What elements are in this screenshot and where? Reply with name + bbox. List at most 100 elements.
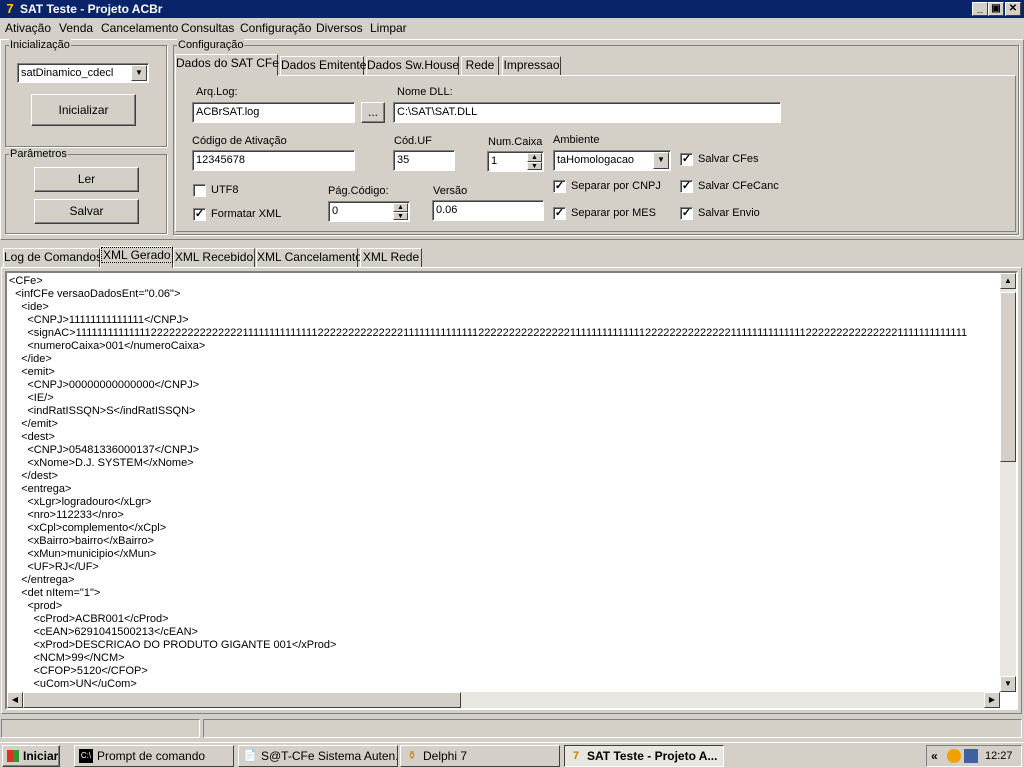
configuracao-group-label: Configuração: [177, 39, 245, 51]
tab-dados-sat-cfe[interactable]: Dados do SAT CFe: [175, 54, 279, 76]
xml-line: <cProd>ACBR001</cProd>: [9, 613, 169, 625]
window-title: SAT Teste - Projeto ACBr: [20, 2, 163, 16]
tab-xml-rede[interactable]: XML Rede: [360, 248, 422, 268]
xml-line: <UF>RJ</UF>: [9, 561, 99, 573]
salvar-envio-label: Salvar Envio: [698, 207, 760, 219]
pag-codigo-up-icon[interactable]: ▲: [393, 203, 408, 212]
tab-dados-sw-house[interactable]: Dados Sw.House: [366, 56, 459, 76]
ambiente-select-value: taHomologacao: [557, 154, 635, 166]
tab-impressao[interactable]: Impressao: [502, 56, 561, 76]
vertical-scroll-thumb[interactable]: [1000, 292, 1016, 462]
start-button[interactable]: Iniciar: [2, 745, 60, 767]
menu-limpar[interactable]: Limpar: [370, 21, 407, 35]
xml-line: <xCpl>complemento</xCpl>: [9, 522, 167, 534]
ambiente-label: Ambiente: [553, 134, 600, 146]
maximize-button[interactable]: ▣: [988, 2, 1004, 16]
clock: 12:27: [985, 750, 1013, 762]
xml-line: <emit>: [9, 366, 55, 378]
status-panel-1: [1, 719, 200, 738]
menu-diversos[interactable]: Diversos: [316, 21, 363, 35]
xml-line: </emit>: [9, 418, 58, 430]
xml-line: <CNPJ>05481336000137</CNPJ>: [9, 444, 200, 456]
salvar-cfecanc-label: Salvar CFeCanc: [698, 180, 779, 192]
arq-log-input[interactable]: ACBrSAT.log: [192, 102, 355, 123]
task-prompt-label: Prompt de comando: [97, 749, 206, 763]
menu-consultas[interactable]: Consultas: [181, 21, 234, 35]
xml-line: <numeroCaixa>001</numeroCaixa>: [9, 340, 206, 352]
separar-mes-checkbox[interactable]: ✓: [553, 207, 566, 220]
tray-app-icon[interactable]: [947, 749, 961, 763]
xml-line: <uCom>UN</uCom>: [9, 678, 137, 690]
codigo-ativacao-label: Código de Ativação: [192, 135, 287, 147]
num-caixa-up-icon[interactable]: ▲: [527, 153, 542, 162]
xml-line: <infCFe versaoDadosEnt="0.06">: [9, 288, 181, 300]
xml-line: </entrega>: [9, 574, 75, 586]
scroll-up-icon[interactable]: ▲: [1000, 273, 1016, 289]
xml-line: <nro>112233</nro>: [9, 509, 124, 521]
xml-line: <xBairro>bairro</xBairro>: [9, 535, 154, 547]
tab-xml-cancelamento[interactable]: XML Cancelamento: [256, 248, 362, 268]
minimize-button[interactable]: _: [972, 2, 988, 16]
xml-content: <CFe> <infCFe versaoDadosEnt="0.06"> <id…: [9, 275, 1001, 690]
menu-cancelamento[interactable]: Cancelamento: [101, 21, 178, 35]
xml-line: <ide>: [9, 301, 49, 313]
xml-line: <CNPJ>11111111111111</CNPJ>: [9, 314, 189, 326]
scroll-left-icon[interactable]: ◀: [7, 692, 23, 708]
xml-line: <NCM>99</NCM>: [9, 652, 125, 664]
xml-line: <signAC>11111111111111222222222222222111…: [9, 327, 968, 339]
tab-xml-gerado[interactable]: XML Gerado: [100, 246, 173, 268]
num-caixa-down-icon[interactable]: ▼: [527, 162, 542, 170]
formatar-xml-checkbox[interactable]: ✓: [193, 208, 206, 221]
scroll-down-icon[interactable]: ▼: [1000, 676, 1016, 692]
salvar-cfes-checkbox[interactable]: ✓: [680, 153, 693, 166]
separar-cnpj-checkbox[interactable]: ✓: [553, 180, 566, 193]
menu-configuracao[interactable]: Configuração: [240, 21, 311, 35]
salvar-envio-checkbox[interactable]: ✓: [680, 207, 693, 220]
versao-input[interactable]: 0.06: [432, 200, 544, 221]
xml-line: <CFOP>5120</CFOP>: [9, 665, 148, 677]
ler-button[interactable]: Ler: [34, 167, 139, 192]
nome-dll-input[interactable]: C:\SAT\SAT.DLL: [393, 102, 781, 123]
acbr-task-icon: 7: [572, 750, 580, 762]
ambiente-dropdown-arrow-icon[interactable]: ▼: [653, 152, 669, 169]
tray-expand-icon[interactable]: «: [931, 749, 938, 763]
modelo-select[interactable]: satDinamico_cdecl: [17, 63, 149, 83]
inicializacao-group-label: Inicialização: [9, 39, 71, 51]
task-sat-teste[interactable]: 7 SAT Teste - Projeto A...: [564, 745, 724, 767]
pag-codigo-label: Pág.Código:: [328, 185, 389, 197]
xml-line: </ide>: [9, 353, 52, 365]
task-delphi[interactable]: ⚱ Delphi 7: [400, 745, 560, 767]
tab-xml-gerado-label: XML Gerado: [101, 247, 173, 263]
xml-memo[interactable]: <CFe> <infCFe versaoDadosEnt="0.06"> <id…: [5, 271, 1018, 710]
salvar-button[interactable]: Salvar: [34, 199, 139, 224]
separar-mes-label: Separar por MES: [571, 207, 656, 219]
tab-dados-emitente[interactable]: Dados Emitente: [280, 56, 366, 76]
parametros-group-label: Parâmetros: [9, 148, 68, 160]
network-icon[interactable]: [964, 749, 978, 763]
pag-codigo-down-icon[interactable]: ▼: [393, 212, 408, 220]
horizontal-scroll-thumb[interactable]: [23, 692, 461, 708]
menu-venda[interactable]: Venda: [59, 21, 93, 35]
tab-xml-recebido[interactable]: XML Recebido: [173, 248, 255, 268]
cod-uf-input[interactable]: 35: [393, 150, 455, 171]
task-prompt-comando[interactable]: C:\ Prompt de comando: [74, 745, 234, 767]
task-sat-cfe[interactable]: 📄 S@T-CFe Sistema Auten...: [238, 745, 398, 767]
salvar-cfecanc-checkbox[interactable]: ✓: [680, 180, 693, 193]
num-caixa-label: Num.Caixa: [488, 136, 543, 148]
xml-line: </dest>: [9, 470, 58, 482]
cod-uf-label: Cód.UF: [394, 135, 432, 147]
tab-log-comandos[interactable]: Log de Comandos: [3, 248, 102, 268]
modelo-dropdown-arrow-icon[interactable]: ▼: [131, 65, 147, 81]
nome-dll-label: Nome DLL:: [397, 86, 453, 98]
inicializar-button[interactable]: Inicializar: [31, 94, 136, 126]
close-button[interactable]: ✕: [1005, 2, 1021, 16]
xml-line: <det nItem="1">: [9, 587, 101, 599]
scroll-right-icon[interactable]: ▶: [984, 692, 1000, 708]
menu-ativacao[interactable]: Ativação: [5, 21, 51, 35]
utf8-checkbox[interactable]: [193, 184, 206, 197]
codigo-ativacao-input[interactable]: 12345678: [192, 150, 355, 171]
tab-rede[interactable]: Rede: [461, 56, 499, 76]
system-tray: « 12:27: [926, 745, 1022, 767]
versao-label: Versão: [433, 185, 468, 197]
browse-log-button[interactable]: ...: [361, 102, 385, 123]
